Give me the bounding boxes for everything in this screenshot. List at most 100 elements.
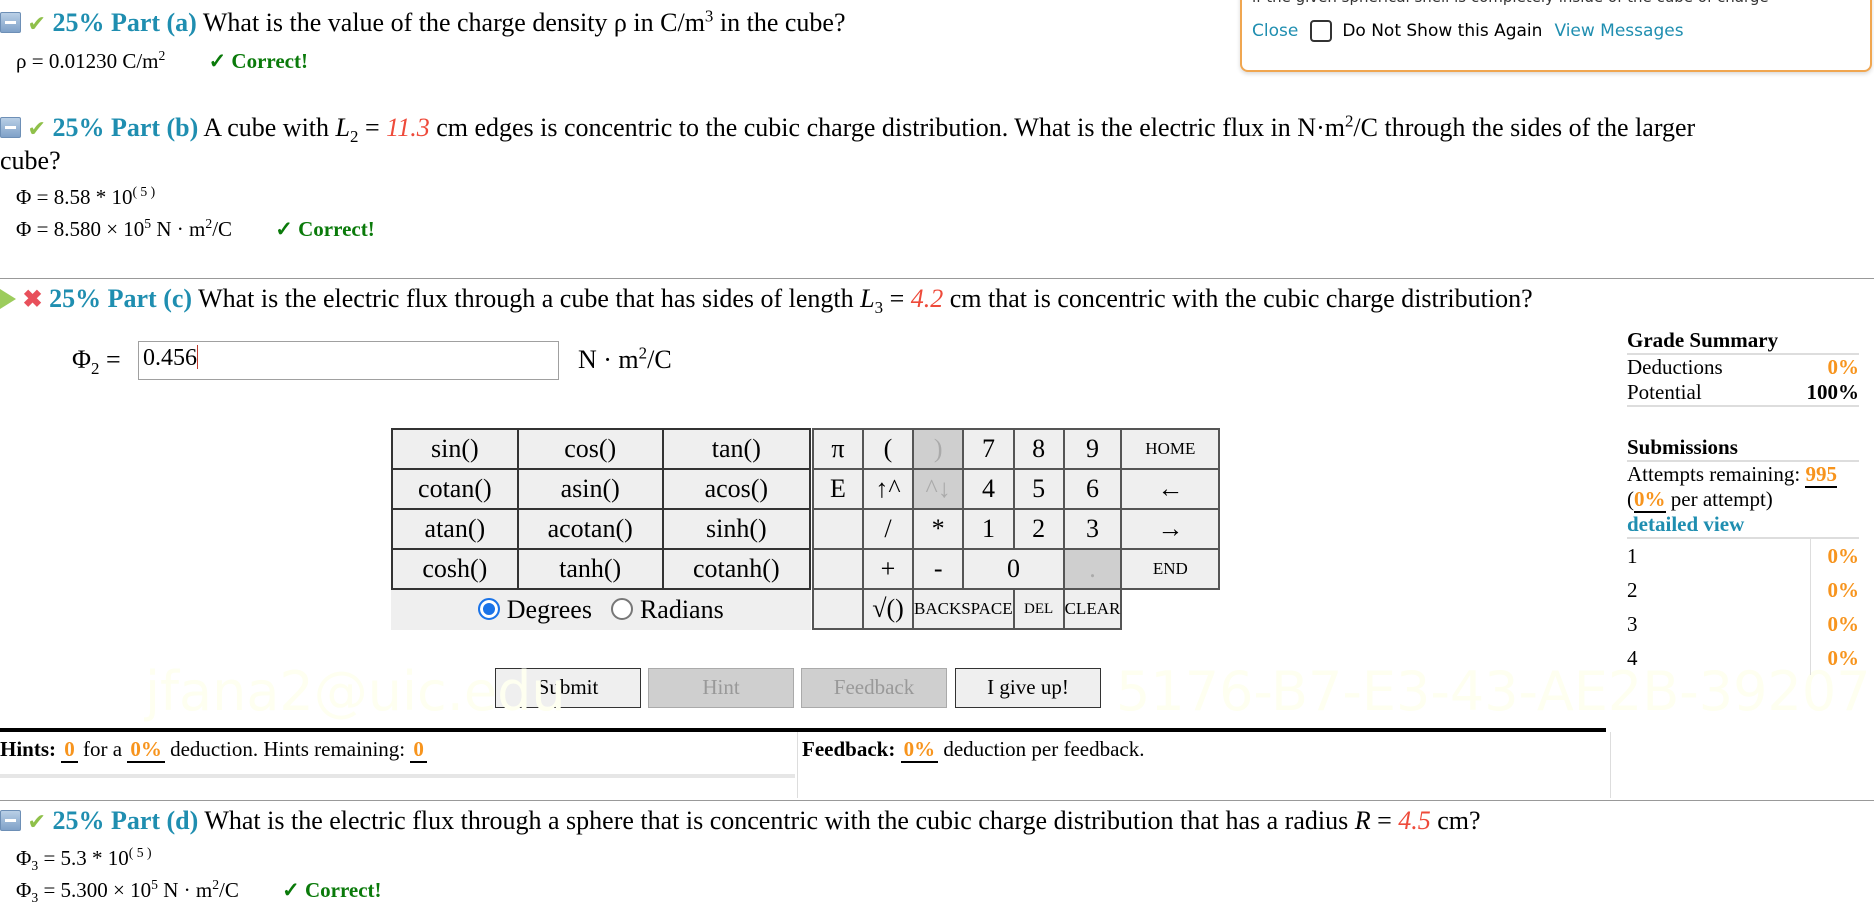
expand-icon[interactable] <box>0 289 16 309</box>
function-key[interactable]: tan() <box>661 428 812 470</box>
collapse-icon[interactable] <box>0 810 21 831</box>
divider <box>0 800 1874 801</box>
key-right-arrow[interactable]: → <box>1120 508 1221 550</box>
do-not-show-label: Do Not Show this Again <box>1342 21 1543 41</box>
part-d-percent: 25% <box>52 806 105 835</box>
key-clear[interactable]: CLEAR <box>1062 588 1123 630</box>
key-8[interactable]: 8 <box>1012 428 1065 470</box>
key-left-arrow[interactable]: ← <box>1120 468 1221 510</box>
give-up-button[interactable]: I give up! <box>955 668 1101 708</box>
submission-deduction: 0% <box>1810 539 1859 573</box>
submission-number: 3 <box>1627 612 1638 636</box>
key-4[interactable]: 4 <box>962 468 1015 510</box>
submission-row: 2 0% <box>1627 573 1859 607</box>
key-plus[interactable]: + <box>862 548 914 590</box>
submission-deduction: 0% <box>1810 573 1859 607</box>
key-0[interactable]: 0 <box>962 548 1065 590</box>
submission-row: 3 0% <box>1627 607 1859 641</box>
incorrect-x-icon: ✖ <box>22 287 43 313</box>
view-messages-link[interactable]: View Messages <box>1554 21 1683 41</box>
text-caret <box>197 345 198 369</box>
collapse-icon[interactable] <box>0 117 21 138</box>
function-key[interactable]: cotanh() <box>661 548 812 590</box>
part-d-label: Part (d) <box>110 806 199 835</box>
feedback-button[interactable]: Feedback <box>801 668 947 708</box>
feedback-deduction: 0% <box>900 737 939 763</box>
function-key[interactable]: sinh() <box>661 508 812 550</box>
submissions-title: Submissions <box>1627 435 1859 462</box>
message-popup: if the given spherical shell is complete… <box>1240 0 1872 72</box>
detailed-view-link[interactable]: detailed view <box>1627 512 1859 539</box>
correct-status: ✓ Correct! <box>282 878 382 902</box>
key-pi[interactable]: π <box>812 428 864 470</box>
part-d-header: ✔ 25% Part (d) What is the electric flux… <box>0 806 1481 837</box>
numeric-keypad: π ( ) 7 8 9 HOME E ↑^ ^↓ 4 5 6 ← / * 1 2… <box>812 428 1221 630</box>
answer-unit: N · m2/C <box>578 343 672 374</box>
key-1[interactable]: 1 <box>962 508 1015 550</box>
key-decimal[interactable]: . <box>1062 548 1123 590</box>
deductions-row: Deductions 0% <box>1627 355 1859 379</box>
part-d-entered: Φ3 = 5.3 * 10( 5 ) <box>16 845 152 874</box>
radians-radio[interactable] <box>611 598 634 620</box>
popup-message-text: if the given spherical shell is complete… <box>1252 0 1769 6</box>
key-lparen[interactable]: ( <box>862 428 914 470</box>
function-key[interactable]: cosh() <box>391 548 519 590</box>
key-end[interactable]: END <box>1120 548 1221 590</box>
key-minus[interactable]: - <box>911 548 965 590</box>
key-del[interactable]: DEL <box>1012 588 1065 630</box>
key-multiply[interactable]: * <box>911 508 965 550</box>
function-key[interactable]: acos() <box>661 468 812 510</box>
hints-label: Hints: <box>0 737 57 761</box>
feedback-panel: Feedback: 0% deduction per feedback. <box>797 732 1611 798</box>
hints-panel: Hints: 0 for a 0% deduction. Hints remai… <box>0 732 795 778</box>
attempts-remaining: Attempts remaining: 995 <box>1627 462 1837 488</box>
function-key[interactable]: atan() <box>391 508 519 550</box>
key-superscript-up[interactable]: ↑^ <box>862 468 914 510</box>
radians-label: Radians <box>639 595 724 624</box>
key-blank <box>812 508 864 550</box>
function-key[interactable]: cos() <box>516 428 664 470</box>
part-d-question: What is the electric flux through a sphe… <box>204 806 1481 835</box>
answer-input[interactable]: 0.456 <box>138 341 559 380</box>
part-b-answer: Φ = 8.580 × 105 N · m2/C ✓ Correct! <box>16 216 375 241</box>
part-a-label: Part (a) <box>110 8 197 37</box>
key-e[interactable]: E <box>812 468 864 510</box>
watermark-email: jfana2@uic.edu <box>145 660 566 723</box>
check-icon: ✔ <box>27 809 46 834</box>
key-divide[interactable]: / <box>862 508 914 550</box>
key-6[interactable]: 6 <box>1062 468 1123 510</box>
key-2[interactable]: 2 <box>1012 508 1065 550</box>
key-5[interactable]: 5 <box>1012 468 1065 510</box>
key-rparen[interactable]: ) <box>911 428 965 470</box>
key-9[interactable]: 9 <box>1062 428 1123 470</box>
part-c-label: Part (c) <box>107 284 193 313</box>
grade-summary-title: Grade Summary <box>1627 328 1859 355</box>
degrees-radio[interactable] <box>478 598 501 620</box>
part-b-header: ✔ 25% Part (b) A cube with L2 = 11.3 cm … <box>0 111 1696 147</box>
key-backspace[interactable]: BACKSPACE <box>912 588 1015 630</box>
key-sqrt[interactable]: √() <box>862 588 914 630</box>
key-7[interactable]: 7 <box>962 428 1015 470</box>
key-superscript-down[interactable]: ^↓ <box>911 468 965 510</box>
do-not-show-checkbox[interactable] <box>1310 20 1333 42</box>
popup-close-link[interactable]: Close <box>1252 21 1298 41</box>
function-key[interactable]: tanh() <box>516 548 664 590</box>
feedback-label: Feedback: <box>802 737 896 761</box>
answer-label: Φ2 = <box>72 345 121 379</box>
angle-mode-row: Degrees Radians <box>392 589 810 630</box>
part-b-entered: Φ = 8.58 * 10( 5 ) <box>16 184 156 209</box>
part-b-question: A cube with L2 = 11.3 cm edges is concen… <box>203 111 1696 147</box>
collapse-icon[interactable] <box>0 12 21 33</box>
function-key[interactable]: asin() <box>516 468 664 510</box>
key-home[interactable]: HOME <box>1120 428 1221 470</box>
function-key[interactable]: sin() <box>391 428 519 470</box>
part-a-percent: 25% <box>52 8 105 37</box>
submission-deduction: 0% <box>1810 607 1859 641</box>
key-3[interactable]: 3 <box>1062 508 1123 550</box>
check-icon: ✔ <box>27 116 46 141</box>
function-key[interactable]: cotan() <box>391 468 519 510</box>
key-blank <box>812 588 864 630</box>
function-key[interactable]: acotan() <box>516 508 664 550</box>
submission-number: 1 <box>1627 544 1638 568</box>
hint-button[interactable]: Hint <box>648 668 794 708</box>
